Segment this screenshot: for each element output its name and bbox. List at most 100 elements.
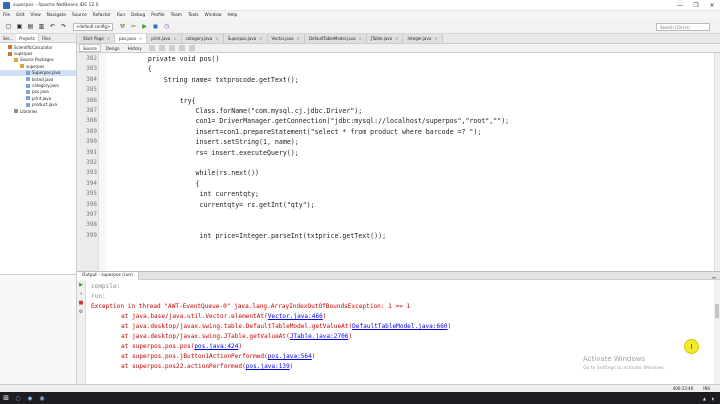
- tab-files[interactable]: Files: [39, 34, 54, 42]
- save-all-icon[interactable]: ▥: [37, 22, 46, 31]
- output-text: at superpos.pos.pos(: [121, 343, 195, 350]
- stacktrace-link[interactable]: pos.java:564: [268, 353, 312, 360]
- folder-icon: [14, 57, 18, 62]
- menu-item-window[interactable]: Window: [205, 13, 222, 18]
- output-line: at superpos.pos22.actionPerformed(pos.ja…: [121, 362, 293, 372]
- maximize-button[interactable]: ❐: [688, 0, 704, 11]
- editor-tab[interactable]: DefaultTableModel.java ×: [304, 34, 367, 43]
- editor-tab-label: pos.java: [119, 36, 136, 41]
- close-tab-icon[interactable]: ×: [139, 36, 142, 41]
- code-text: String name= txtprocode.getText();: [163, 75, 299, 84]
- code-editor[interactable]: 382 private void pos() 383 {384 String name=…: [77, 53, 720, 271]
- editor-tab-label: Vector.java: [271, 36, 294, 41]
- minimize-panel-icon[interactable]: ▁: [712, 273, 716, 279]
- back-icon[interactable]: [148, 45, 155, 51]
- close-button[interactable]: ✕: [704, 0, 720, 11]
- editor-tab[interactable]: category.java ×: [181, 34, 224, 43]
- editor-tab[interactable]: JTable.java ×: [366, 34, 404, 43]
- netbeans-taskbar-icon[interactable]: ◆: [24, 392, 36, 404]
- undo-icon[interactable]: ↶: [48, 22, 57, 31]
- menu-item-debug[interactable]: Debug: [131, 13, 145, 18]
- tree-item[interactable]: Libraries: [0, 108, 76, 114]
- code-text: con1= DriverManager.getConnection("jdbc:…: [195, 117, 510, 126]
- search-input[interactable]: Search (Ctrl+I): [656, 23, 710, 31]
- menu-item-view[interactable]: View: [31, 13, 41, 18]
- close-tab-icon[interactable]: ×: [359, 36, 362, 41]
- menu-item-refactor[interactable]: Refactor: [93, 13, 111, 18]
- menu-item-run[interactable]: Run: [117, 13, 125, 18]
- build-icon[interactable]: ⚒: [118, 22, 127, 31]
- stacktrace-link[interactable]: DefaultTableModel.java:660: [352, 323, 447, 330]
- close-tab-icon[interactable]: ×: [107, 36, 110, 41]
- tab-design[interactable]: Design: [103, 44, 123, 52]
- debug-icon[interactable]: ◼: [151, 22, 160, 31]
- stacktrace-link[interactable]: pos.java:139: [246, 363, 290, 370]
- profile-icon[interactable]: ◷: [162, 22, 171, 31]
- tree-item-label: Source Packages: [20, 57, 54, 63]
- run-icon[interactable]: ▶: [140, 22, 149, 31]
- new-project-icon[interactable]: ▣: [15, 22, 24, 31]
- menu-item-file[interactable]: File: [3, 13, 10, 18]
- minimize-button[interactable]: —: [672, 0, 688, 11]
- editor-tab[interactable]: Superpos.java ×: [223, 34, 268, 43]
- close-tab-icon[interactable]: ×: [173, 36, 176, 41]
- stop-icon[interactable]: ■: [78, 300, 84, 306]
- menu-item-tools[interactable]: Tools: [188, 13, 199, 18]
- close-tab-icon[interactable]: ×: [215, 36, 218, 41]
- redo-icon[interactable]: ↷: [59, 22, 68, 31]
- code-text: int price=Integer.parseInt(txtprice.getT…: [199, 231, 387, 240]
- editor-tab[interactable]: Integer.java ×: [403, 34, 443, 43]
- new-file-icon[interactable]: ▢: [4, 22, 13, 31]
- editor-tab[interactable]: Vector.java ×: [267, 34, 305, 43]
- tab-history[interactable]: History: [125, 44, 145, 52]
- watermark-title: Activate Windows: [583, 355, 646, 363]
- toggle-bookmark-icon[interactable]: [178, 45, 185, 51]
- tree-item-label: print.java: [32, 95, 52, 101]
- open-project-icon[interactable]: ▤: [26, 22, 35, 31]
- settings-icon[interactable]: ⚙: [78, 309, 84, 315]
- rerun-fast-icon[interactable]: »: [78, 291, 84, 297]
- window-controls: — ❐ ✕: [672, 0, 720, 11]
- menu-item-navigate[interactable]: Navigate: [47, 13, 66, 18]
- code-text: int currentqty;: [199, 190, 260, 199]
- menu-item-help[interactable]: Help: [227, 13, 237, 18]
- browser-taskbar-icon[interactable]: ◉: [36, 392, 48, 404]
- editor-scrollbar[interactable]: [714, 53, 720, 271]
- stacktrace-link[interactable]: Vector.java:466: [268, 313, 323, 320]
- stacktrace-link[interactable]: pos.java:424: [194, 343, 238, 350]
- output-tab[interactable]: Output - superpos (run): [77, 271, 139, 280]
- tab-services[interactable]: Ser...: [0, 34, 16, 42]
- volume-icon[interactable]: ◖: [712, 396, 714, 401]
- close-tab-icon[interactable]: ×: [434, 36, 437, 41]
- output-text-tail: ): [289, 363, 294, 370]
- tab-projects[interactable]: Projects: [16, 34, 39, 42]
- config-select[interactable]: <default config>: [73, 22, 113, 31]
- code-line: 390 insert.setString(1, name);: [77, 137, 720, 147]
- project-icon: [8, 45, 12, 50]
- network-icon[interactable]: ▲: [703, 396, 706, 401]
- forward-icon[interactable]: [158, 45, 165, 51]
- tab-source[interactable]: Source: [79, 44, 101, 52]
- menu-item-profile[interactable]: Profile: [151, 13, 164, 18]
- editor-tab[interactable]: Start Page ×: [79, 34, 116, 43]
- close-tab-icon[interactable]: ×: [297, 36, 300, 41]
- rerun-icon[interactable]: ▶: [78, 282, 84, 288]
- output-scrollbar[interactable]: [714, 280, 720, 384]
- output-line: at superpos.pos.jButton1ActionPerformed(…: [121, 352, 315, 362]
- menu-item-team[interactable]: Team: [171, 13, 182, 18]
- close-tab-icon[interactable]: ×: [259, 36, 262, 41]
- menu-item-source[interactable]: Source: [72, 13, 87, 18]
- comment-icon[interactable]: [188, 45, 195, 51]
- find-icon[interactable]: [168, 45, 175, 51]
- menu-item-edit[interactable]: Edit: [16, 13, 24, 18]
- close-tab-icon[interactable]: ×: [395, 36, 398, 41]
- output-text: run:: [91, 293, 106, 300]
- clean-build-icon[interactable]: ✂: [129, 22, 138, 31]
- stacktrace-link[interactable]: JTable.java:2706: [290, 333, 349, 340]
- code-text: {: [147, 65, 152, 74]
- output-line: run:: [91, 292, 106, 302]
- search-icon[interactable]: ○: [12, 392, 24, 404]
- editor-tab[interactable]: pos.java ×: [115, 34, 148, 43]
- windows-start-icon[interactable]: ⊞: [0, 392, 12, 404]
- editor-tab[interactable]: print.java ×: [147, 34, 182, 43]
